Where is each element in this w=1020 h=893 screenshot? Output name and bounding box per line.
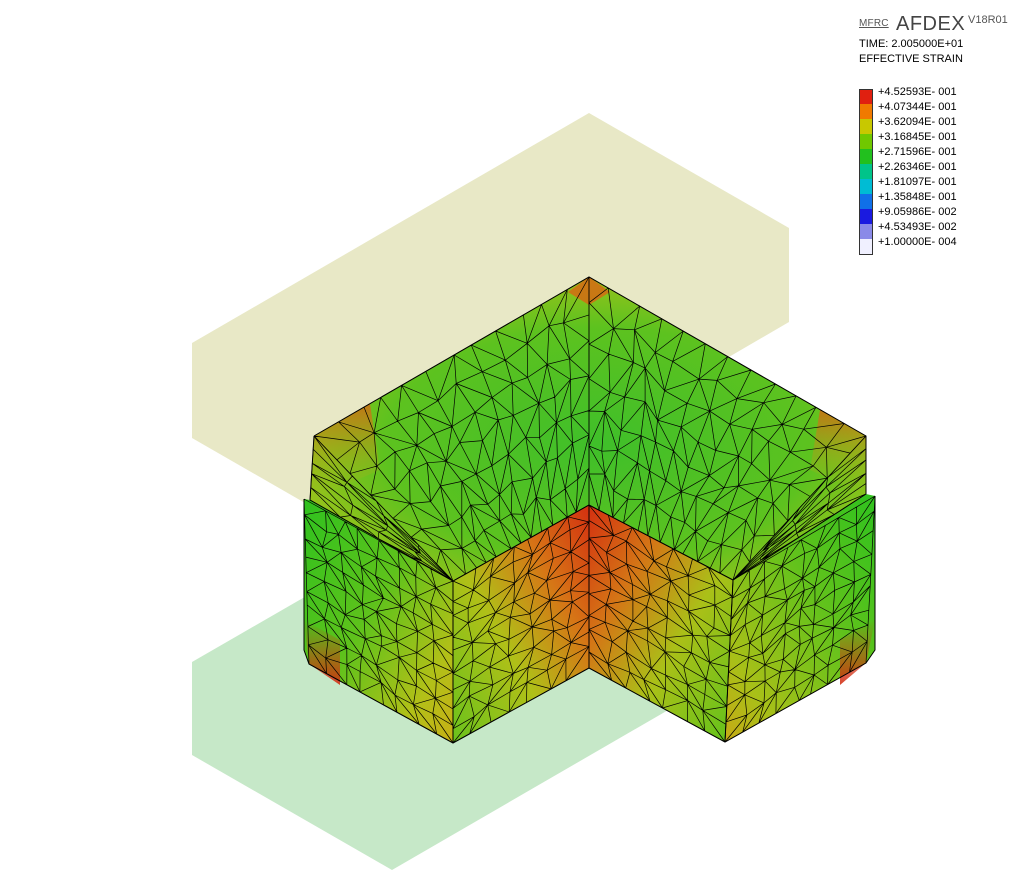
legend-value: +4.52593E- 001 (878, 86, 957, 98)
legend-value: +4.07344E- 001 (878, 101, 957, 113)
time-label: TIME: 2.005000E+01 (859, 38, 964, 50)
legend-value: +1.35848E- 001 (878, 191, 957, 203)
legend-value: +9.05986E- 002 (878, 206, 957, 218)
legend-value: +2.26346E- 001 (878, 161, 957, 173)
brand-name: AFDEX (896, 13, 966, 35)
legend-value: +1.81097E- 001 (878, 176, 957, 188)
result-legend: MFRC AFDEX V18R01 TIME: 2.005000E+01 EFF… (842, 10, 1018, 258)
legend-value: +3.16845E- 001 (878, 131, 957, 143)
legend-value: +2.71596E- 001 (878, 146, 957, 158)
brand-prefix: MFRC (859, 18, 889, 29)
legend-value: +1.00000E- 004 (878, 236, 957, 248)
legend-value: +3.62094E- 001 (878, 116, 957, 128)
legend-value: +4.53493E- 002 (878, 221, 957, 233)
variable-label: EFFECTIVE STRAIN (859, 53, 963, 65)
legend-scale-border (859, 89, 873, 255)
brand-version: V18R01 (968, 14, 1008, 26)
